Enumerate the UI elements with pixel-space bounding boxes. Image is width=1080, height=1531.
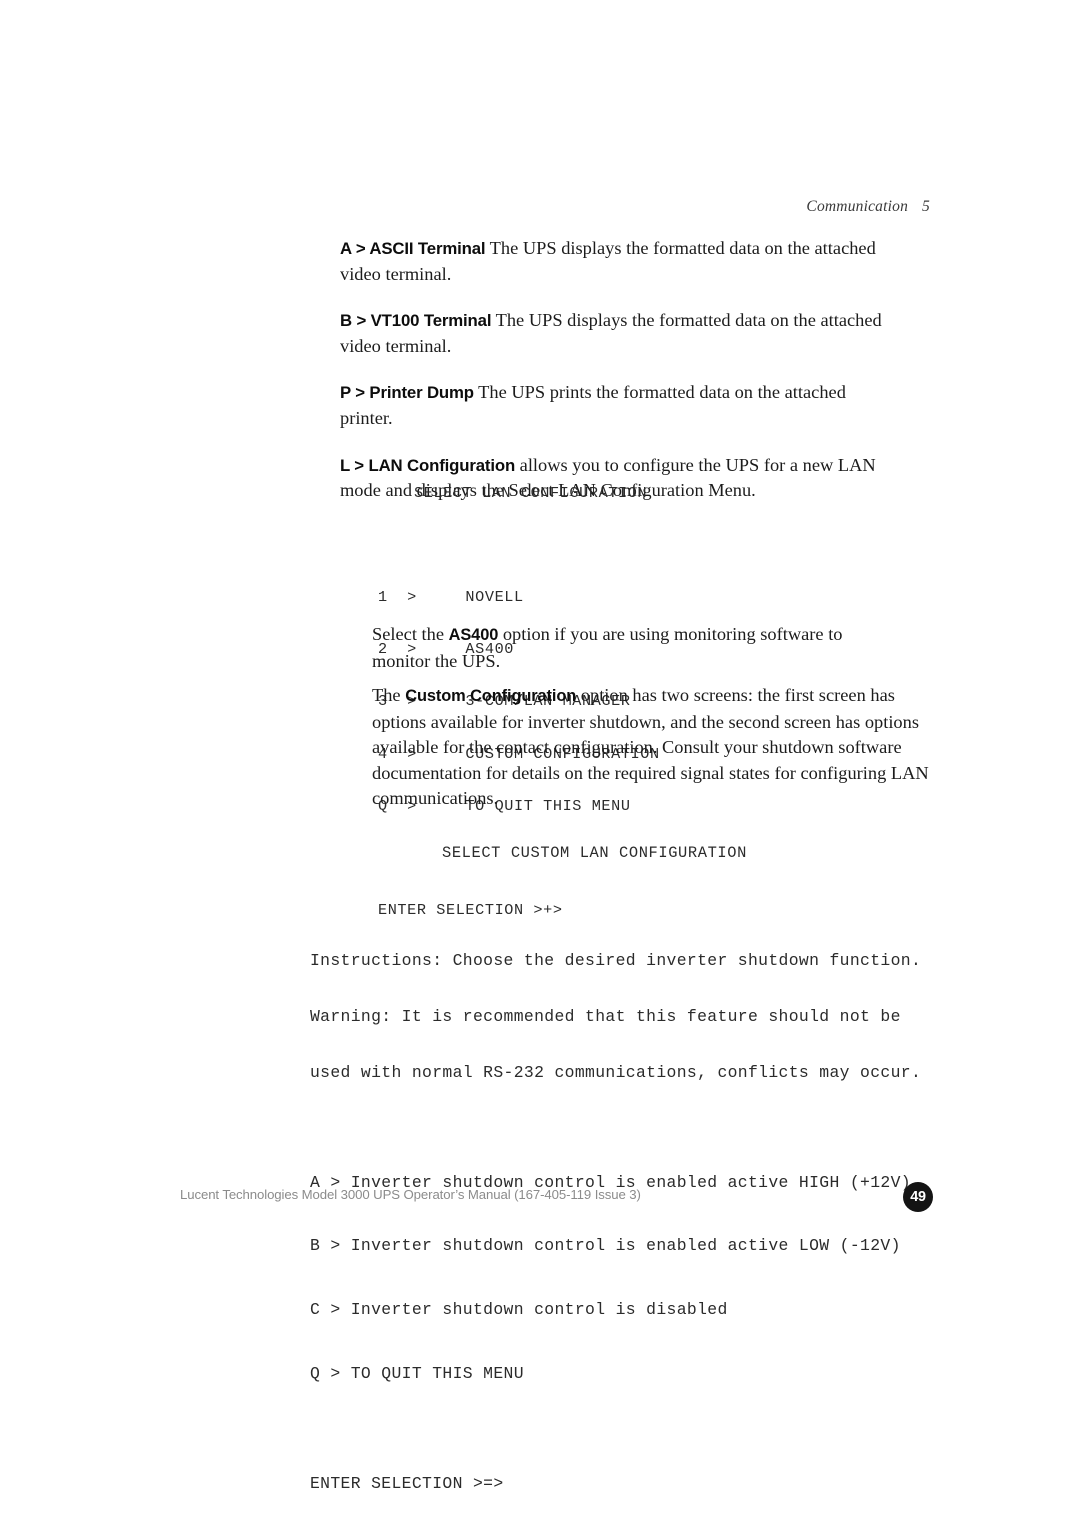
emphasis-as400: AS400 [448, 626, 499, 644]
screen-custom-option-b: B > Inverter shutdown control is enabled… [310, 1236, 901, 1256]
paragraph-ascii-terminal: A > ASCII Terminal The UPS displays the … [340, 236, 902, 287]
paragraph-block-custom-configuration: The Custom Configuration option has two … [340, 683, 929, 812]
screen-custom-option-q: Q > TO QUIT THIS MENU [310, 1364, 524, 1384]
emphasis-custom-configuration: Custom Configuration [405, 687, 577, 705]
screen-title-select-custom-lan-configuration: SELECT CUSTOM LAN CONFIGURATION [442, 844, 747, 863]
running-head: Communication 5 [0, 198, 930, 216]
screen-spacer [310, 1120, 921, 1129]
running-head-chapter: Communication [806, 198, 909, 215]
option-label-printer-dump: P > Printer Dump [340, 383, 474, 403]
paragraph-as400-before: Select the [372, 624, 449, 644]
screen-spacer [310, 1421, 921, 1430]
page-number-badge: 49 [903, 1182, 933, 1212]
paragraph-block-as400: Select the AS400 option if you are using… [340, 622, 902, 674]
footer-text: Lucent Technologies Model 3000 UPS Opera… [180, 1187, 641, 1202]
option-label-vt100-terminal: B > VT100 Terminal [340, 311, 492, 331]
paragraph-vt100-terminal: B > VT100 Terminal The UPS displays the … [340, 308, 902, 359]
screen-listing-select-custom-lan-configuration: SELECT CUSTOM LAN CONFIGURATION Instruct… [310, 807, 921, 1531]
paragraph-as400: Select the AS400 option if you are using… [372, 622, 902, 674]
paragraph-custom-before: The [372, 685, 406, 705]
document-page: Communication 5 A > ASCII Terminal The UP… [0, 0, 1080, 1493]
screen-menu-option-1: 1 > NOVELL [378, 587, 524, 606]
screen-spacer [378, 537, 660, 554]
running-head-page-label: 5 [922, 198, 930, 215]
option-label-ascii-terminal: A > ASCII Terminal [340, 239, 486, 258]
screen-custom-prompt-enter-selection: ENTER SELECTION >=> [310, 1474, 504, 1493]
screen-spacer [310, 900, 921, 915]
screen-custom-option-c: C > Inverter shutdown control is disable… [310, 1300, 728, 1320]
paragraph-printer-dump: P > Printer Dump The UPS prints the form… [340, 380, 902, 431]
paragraph-custom-configuration: The Custom Configuration option has two … [372, 683, 932, 812]
screen-instructions-line-1: Instructions: Choose the desired inverte… [310, 951, 922, 971]
screen-instructions-line-2: Warning: It is recommended that this fea… [310, 1006, 901, 1026]
screen-title-select-lan-configuration: SELECT LAN CONFIGURATION [414, 483, 648, 502]
screen-instructions-line-3: used with normal RS-232 communications, … [310, 1062, 922, 1082]
